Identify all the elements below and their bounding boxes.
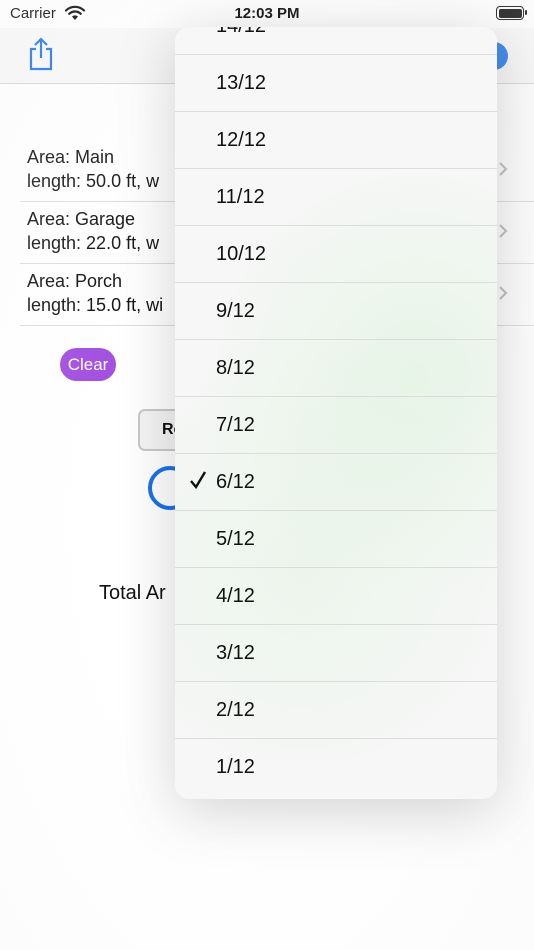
total-area-label: Total Ar <box>99 582 166 604</box>
pitch-option-label: 2/12 <box>216 699 255 721</box>
chevron-right-icon <box>499 224 508 238</box>
checkmark-icon <box>190 471 207 490</box>
status-bar: Carrier 12:03 PM <box>0 0 534 28</box>
share-icon[interactable] <box>26 36 56 72</box>
pitch-option-label: 3/12 <box>216 642 255 664</box>
pitch-option[interactable]: 1/12 <box>175 739 497 796</box>
pitch-option[interactable]: 11/12 <box>175 169 497 226</box>
battery-icon <box>496 6 527 20</box>
area-name: Area: Porch <box>27 271 123 291</box>
pitch-option-label: 12/12 <box>216 129 267 151</box>
pitch-option[interactable]: 7/12 <box>175 397 497 454</box>
pitch-option-label: 11/12 <box>216 186 265 208</box>
pitch-option[interactable]: 14/12 <box>175 27 497 55</box>
pitch-menu[interactable]: 14/12 13/12 12/12 11/12 10/12 9/12 8/12 7/12 6/1… <box>175 27 497 799</box>
pitch-option[interactable]: 12/12 <box>175 112 497 169</box>
pitch-option-list: 14/12 13/12 12/12 11/12 10/12 9/12 8/12 7/12 6/1… <box>175 27 497 796</box>
pitch-option-label: 9/12 <box>216 300 255 322</box>
pitch-option[interactable]: 8/12 <box>175 340 497 397</box>
clear-button[interactable]: Clear <box>60 348 116 381</box>
pitch-option[interactable]: 3/12 <box>175 625 497 682</box>
pitch-option[interactable]: 4/12 <box>175 568 497 625</box>
area-name: Area: Garage <box>27 209 136 229</box>
chevron-right-icon <box>499 162 508 176</box>
pitch-option[interactable]: 6/12 <box>175 454 497 511</box>
area-dimensions: length: 50.0 ft, w <box>27 171 160 191</box>
pitch-option[interactable]: 10/12 <box>175 226 497 283</box>
pitch-option[interactable]: 2/12 <box>175 682 497 739</box>
pitch-option[interactable]: 13/12 <box>175 55 497 112</box>
area-name: Area: Main <box>27 147 115 167</box>
pitch-option-label: 14/12 <box>216 27 266 38</box>
clock: 12:03 PM <box>234 5 300 22</box>
pitch-option-label: 4/12 <box>216 585 255 607</box>
pitch-option-label: 1/12 <box>216 756 255 778</box>
pitch-option[interactable]: 9/12 <box>175 283 497 340</box>
pitch-option-label: 8/12 <box>216 357 255 379</box>
pitch-option-label: 13/12 <box>216 72 267 94</box>
pitch-option-label: 6/12 <box>216 471 255 493</box>
pitch-option[interactable]: 5/12 <box>175 511 497 568</box>
area-dimensions: length: 22.0 ft, w <box>27 233 160 253</box>
pitch-option-label: 7/12 <box>216 414 255 436</box>
chevron-right-icon <box>499 286 508 300</box>
area-dimensions: length: 15.0 ft, wi <box>27 295 164 315</box>
pitch-option-label: 10/12 <box>216 243 267 265</box>
pitch-option-label: 5/12 <box>216 528 255 550</box>
